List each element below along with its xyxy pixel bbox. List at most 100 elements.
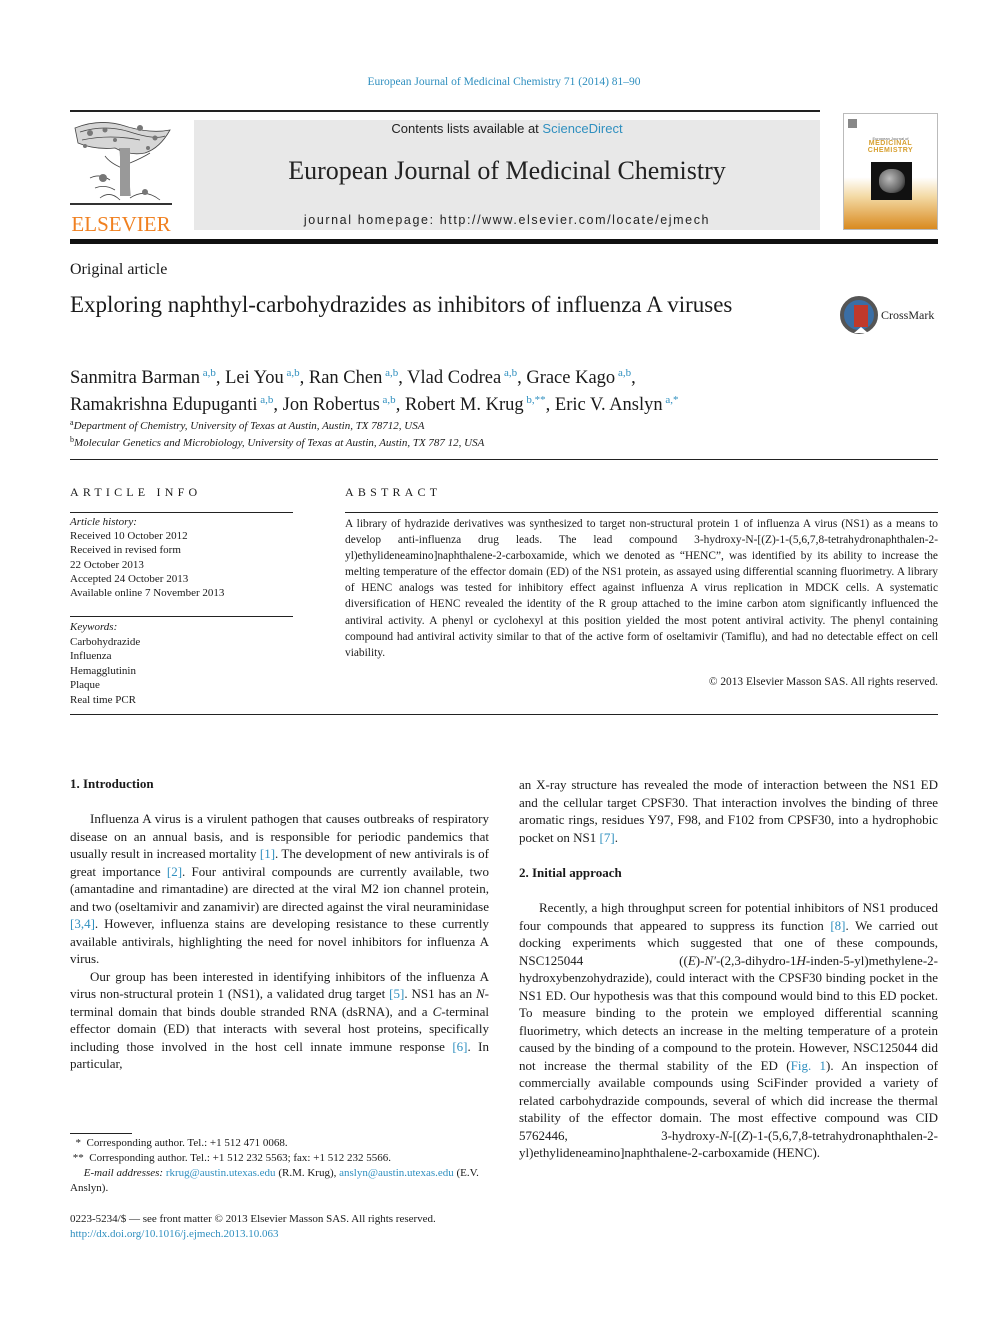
footnotes: * Corresponding author. Tel.: +1 512 471… (70, 1136, 489, 1196)
paragraph: Recently, a high throughput screen for p… (519, 900, 939, 1160)
journal-reference-link[interactable]: European Journal of Medicinal Chemistry … (0, 76, 992, 88)
keyword-item: Real time PCR (70, 693, 136, 706)
doi-link[interactable]: http://dx.doi.org/10.1016/j.ejmech.2013.… (70, 1227, 489, 1242)
author-name: Jon Robertus (282, 395, 380, 415)
citation-link[interactable]: Fig. 1 (791, 1058, 826, 1073)
abstract-heading: ABSTRACT (345, 485, 442, 499)
keywords-list: Carbohydrazide Influenza Hemagglutinin Plaq… (70, 635, 293, 708)
journal-cover-thumbnail[interactable]: European Journal of MEDICINAL CHEMISTRY (843, 113, 938, 230)
history-label: Article history: (70, 516, 137, 528)
article-history: Article history: Received 10 October 201… (70, 515, 293, 600)
citation-link[interactable]: [8] (830, 918, 845, 933)
affiliations: aDepartment of Chemistry, University of … (70, 416, 890, 450)
elsevier-wordmark: ELSEVIER (71, 212, 171, 236)
author-name: Lei You (225, 368, 284, 388)
author[interactable]: Ramakrishna Edupuganti a,b (70, 394, 273, 415)
article-type: Original article (70, 261, 168, 278)
cover-title: MEDICINAL CHEMISTRY (844, 140, 937, 154)
author-affiliation-mark[interactable]: a,b (284, 367, 299, 379)
history-item: Available online 7 November 2013 (70, 587, 225, 600)
author-name: Vlad Codrea (407, 368, 502, 388)
cover-title-line2: CHEMISTRY (867, 147, 914, 154)
author-affiliation-mark[interactable]: a,b (382, 367, 398, 379)
author[interactable]: Eric V. Anslyn a,* (555, 394, 679, 415)
header-thick-rule (70, 239, 938, 244)
author[interactable]: Robert M. Krug b,** (404, 394, 546, 415)
footnote-corresponding-1: * Corresponding author. Tel.: +1 512 471… (70, 1136, 489, 1151)
journal-title: European Journal of Medicinal Chemistry (288, 156, 726, 185)
author-affiliation-mark[interactable]: a,* (663, 394, 678, 406)
footnote-mark: * (75, 1137, 82, 1149)
divider (345, 512, 938, 513)
keyword-item: Plaque (70, 679, 100, 691)
italic-symbol: N (476, 986, 485, 1001)
introduction-continued: an X-ray structure has revealed the mode… (519, 776, 938, 846)
email-label: E-mail addresses: (83, 1167, 164, 1179)
email-link-krug[interactable]: rkrug@austin.utexas.edu (166, 1167, 276, 1179)
author-affiliation-mark[interactable]: a,b (380, 394, 396, 406)
divider (70, 714, 938, 715)
paragraph: an X-ray structure has revealed the mode… (519, 777, 938, 845)
cover-elsevier-icon (848, 119, 857, 128)
header-top-rule (70, 110, 820, 112)
author-name: Sanmitra Barman (70, 368, 200, 388)
section-heading-initial-approach: 2. Initial approach (519, 865, 622, 880)
italic-symbol: Z (741, 1127, 749, 1143)
citation-link[interactable]: [1] (260, 846, 275, 861)
citation-link[interactable]: [5] (389, 986, 404, 1001)
footnote-mark: ** (72, 1152, 84, 1164)
author-affiliation-mark[interactable]: a,b (200, 367, 216, 379)
author[interactable]: Sanmitra Barman a,b (70, 367, 216, 388)
history-item: 22 October 2013 (70, 558, 144, 571)
author[interactable]: Grace Kago a,b (526, 367, 631, 388)
article-info-heading: ARTICLE INFO (70, 485, 202, 499)
author[interactable]: Vlad Codrea a,b (407, 367, 517, 388)
author-name: Ramakrishna Edupuganti (70, 395, 258, 415)
history-list: Received 10 October 2012 Received in revi… (70, 529, 293, 600)
divider (70, 512, 293, 513)
author[interactable]: Jon Robertus a,b (282, 394, 396, 415)
introduction-body: Influenza A virus is a virulent pathogen… (70, 810, 489, 1073)
author-affiliation-mark[interactable]: a,b (501, 367, 517, 379)
paragraph: Our group has been interested in identif… (70, 968, 490, 1072)
author-affiliation-mark[interactable]: a,b (258, 394, 273, 406)
article-title: Exploring naphthyl-carbohydrazides as in… (70, 292, 733, 317)
citation-link[interactable]: [6] (452, 1039, 467, 1054)
citation-link[interactable]: [7] (600, 830, 615, 845)
author[interactable]: Lei You a,b (225, 367, 300, 388)
abstract-copyright: © 2013 Elsevier Masson SAS. All rights r… (708, 676, 938, 688)
footnote-rule (70, 1133, 132, 1134)
author-affiliation-mark[interactable]: a,b (615, 367, 631, 379)
divider (70, 616, 293, 617)
author[interactable]: Ran Chen a,b (309, 367, 398, 388)
italic-symbol: C (432, 1003, 442, 1019)
footnote-emails: E-mail addresses: rkrug@austin.utexas.ed… (70, 1166, 489, 1196)
italic-symbol: H (796, 952, 806, 968)
crossmark-button[interactable]: CrossMark (840, 296, 940, 336)
crossmark-ribbon-icon (854, 305, 868, 333)
author-name: Grace Kago (526, 368, 616, 388)
section-heading-introduction: 1. Introduction (70, 776, 154, 791)
crossmark-icon (840, 296, 878, 334)
author-affiliation-mark[interactable]: b,** (524, 394, 545, 406)
italic-symbol: N′ (704, 952, 716, 968)
abstract-text: A library of hydrazide derivatives was s… (345, 518, 938, 659)
history-item: Received in revised form (70, 544, 181, 557)
citation-link[interactable]: [3,4] (70, 916, 95, 931)
author-name: Robert M. Krug (404, 395, 524, 415)
footnote-corresponding-2: ** Corresponding author. Tel.: +1 512 23… (70, 1151, 489, 1166)
email-link-anslyn[interactable]: anslyn@austin.utexas.edu (339, 1167, 454, 1179)
keyword-item: Influenza (70, 650, 112, 662)
history-item: Accepted 24 October 2013 (70, 572, 189, 585)
affiliation-b: bMolecular Genetics and Microbiology, Un… (70, 433, 890, 450)
author-list: Sanmitra Barman a,b, Lei You a,b, Ran Ch… (70, 367, 679, 415)
cover-protein-image (871, 162, 912, 200)
sciencedirect-link[interactable]: ScienceDirect (542, 121, 622, 136)
citation-link[interactable]: [2] (167, 864, 182, 879)
front-matter: 0223-5234/$ — see front matter © 2013 El… (70, 1212, 489, 1242)
keyword-item: Carbohydrazide (70, 635, 141, 648)
divider (70, 459, 938, 460)
journal-homepage[interactable]: journal homepage: http://www.elsevier.co… (194, 213, 820, 227)
elsevier-tree-icon (70, 118, 172, 210)
history-item: Received 10 October 2012 (70, 530, 188, 543)
